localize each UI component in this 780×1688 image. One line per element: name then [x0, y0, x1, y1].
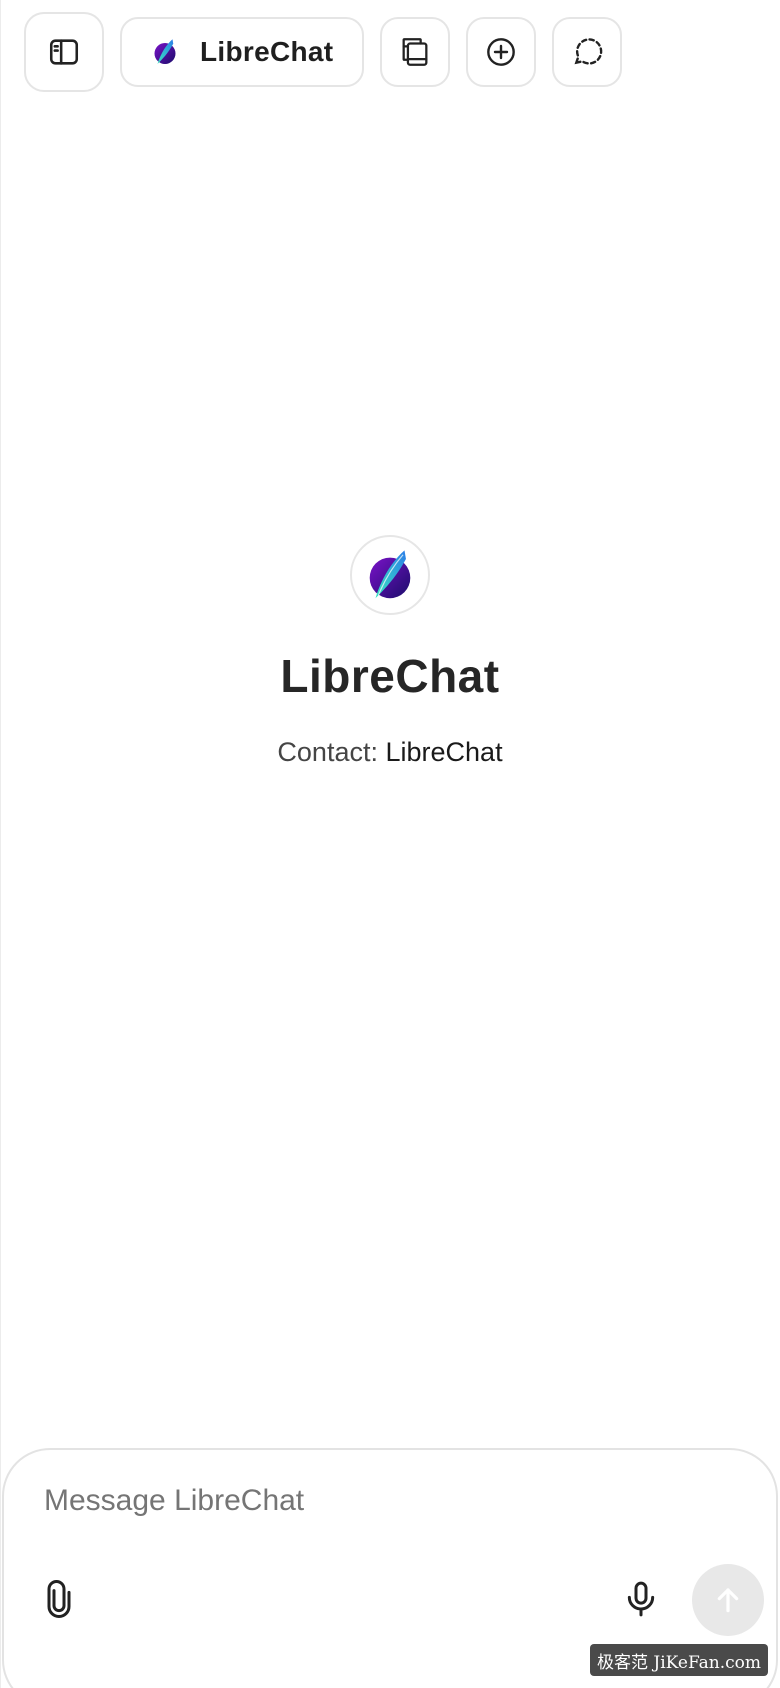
model-selector-button[interactable]: LibreChat — [120, 17, 364, 87]
landing-hero: LibreChat Contact: LibreChat — [0, 535, 780, 768]
librechat-logo-icon — [150, 37, 180, 67]
contact-label: Contact: — [277, 737, 378, 767]
message-input[interactable] — [44, 1484, 644, 1518]
plus-circle-icon — [485, 36, 517, 68]
dashed-message-circle-icon — [571, 36, 603, 68]
sidebar-panel-icon — [47, 35, 81, 69]
temporary-chat-button[interactable] — [552, 17, 622, 87]
paperclip-icon — [39, 1579, 79, 1619]
watermark: 极客范 JiKeFan.com — [590, 1644, 768, 1676]
arrow-up-icon — [712, 1584, 744, 1616]
top-toolbar: LibreChat — [24, 12, 638, 92]
voice-input-button[interactable] — [614, 1572, 668, 1626]
hero-logo — [350, 535, 430, 615]
contact-name: LibreChat — [385, 737, 503, 767]
new-chat-button[interactable] — [466, 17, 536, 87]
copy-book-icon — [398, 35, 432, 69]
hero-title: LibreChat — [280, 650, 500, 702]
librechat-logo-icon — [361, 546, 419, 604]
attach-file-button[interactable] — [32, 1572, 86, 1626]
sidebar-toggle-button[interactable] — [24, 12, 104, 92]
app-page: LibreChat LibreChat Contact: LibreChat M… — [0, 0, 780, 1688]
hero-contact: Contact: LibreChat — [277, 737, 502, 768]
bookmarks-button[interactable] — [380, 17, 450, 87]
send-button[interactable] — [692, 1564, 764, 1636]
microphone-icon — [621, 1579, 661, 1619]
window-edge — [0, 0, 1, 1688]
model-selector-label: LibreChat — [200, 36, 334, 67]
